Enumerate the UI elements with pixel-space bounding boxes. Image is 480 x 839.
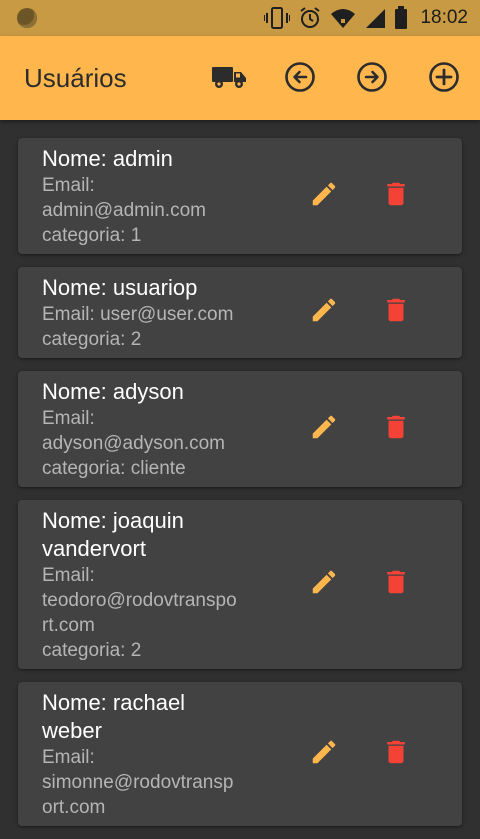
user-card: Nome: admin Email: admin@admin.com categori… <box>18 138 462 254</box>
user-detail: teodoro@rodovtranspo <box>42 590 237 611</box>
user-card: Nome: rachael weber Email: simonne@rodovtra… <box>18 682 462 826</box>
trash-icon <box>381 178 411 215</box>
status-icons: 18:02 <box>264 0 468 36</box>
user-info: Nome: rachael weber Email: simonne@rodovtra… <box>18 682 262 826</box>
delete-user-button[interactable] <box>378 567 414 603</box>
user-name: Nome: rachael <box>42 690 186 715</box>
pencil-icon <box>309 295 339 330</box>
pencil-icon <box>309 412 339 447</box>
user-card: Nome: usuariop Email: user@user.com catego… <box>18 267 462 358</box>
user-detail: Email: <box>42 747 95 768</box>
trash-icon <box>381 566 411 603</box>
user-detail: simonne@rodovtransp <box>42 772 234 793</box>
add-user-button[interactable] <box>427 62 461 96</box>
app-bar: Usuários <box>0 36 480 120</box>
pencil-icon <box>309 179 339 214</box>
add-circle-icon <box>428 61 460 97</box>
user-name: weber <box>42 718 102 743</box>
edit-user-button[interactable] <box>306 567 342 603</box>
battery-icon <box>394 6 408 30</box>
user-info: Nome: adyson Email: adyson@adyson.com categ… <box>18 371 262 487</box>
notification-icon <box>17 8 37 28</box>
user-card: Nome: adyson Email: adyson@adyson.com categ… <box>18 371 462 487</box>
user-detail: admin@admin.com <box>42 200 206 221</box>
edit-user-button[interactable] <box>306 178 342 214</box>
delete-user-button[interactable] <box>378 411 414 447</box>
user-list: Nome: admin Email: admin@admin.com categori… <box>18 138 462 839</box>
delete-user-button[interactable] <box>378 736 414 772</box>
next-page-button[interactable] <box>355 62 389 96</box>
user-info: Nome: joaquin vandervort Email: teodoro@rod… <box>18 500 262 669</box>
user-name: Nome: admin <box>42 146 173 171</box>
delete-user-button[interactable] <box>378 295 414 331</box>
previous-page-button[interactable] <box>283 62 317 96</box>
edit-user-button[interactable] <box>306 295 342 331</box>
wifi-icon <box>330 7 356 29</box>
status-bar: 18:02 <box>0 0 480 36</box>
user-detail: Email: <box>42 565 95 586</box>
truck-icon <box>211 64 247 94</box>
user-card: Nome: joaquin vandervort Email: teodoro@rod… <box>18 500 462 669</box>
trash-icon <box>381 736 411 773</box>
arrow-forward-circle-icon <box>356 61 388 97</box>
vibrate-icon <box>264 7 291 29</box>
trash-icon <box>381 294 411 331</box>
user-detail: categoria: cliente <box>42 458 186 479</box>
user-info: Nome: usuariop Email: user@user.com catego… <box>18 267 262 358</box>
user-detail: categoria: 1 <box>42 225 142 246</box>
user-name: Nome: usuariop <box>42 275 198 300</box>
user-name: Nome: joaquin <box>42 508 184 533</box>
page-title: Usuários <box>24 63 127 93</box>
delete-user-button[interactable] <box>378 178 414 214</box>
clock: 18:02 <box>420 7 468 28</box>
user-detail: categoria: 2 <box>42 329 142 350</box>
signal-icon <box>364 7 386 29</box>
user-detail: ort.com <box>42 797 106 818</box>
user-detail: Email: user@user.com <box>42 304 234 325</box>
user-name: Nome: adyson <box>42 379 184 404</box>
edit-user-button[interactable] <box>306 411 342 447</box>
truck-button[interactable] <box>210 62 248 96</box>
pencil-icon <box>309 567 339 602</box>
user-detail: categoria: 2 <box>42 640 142 661</box>
alarm-icon <box>298 6 322 30</box>
user-detail: adyson@adyson.com <box>42 433 225 454</box>
user-detail: Email: <box>42 408 95 429</box>
user-detail: rt.com <box>42 615 95 636</box>
user-info: Nome: admin Email: admin@admin.com categori… <box>18 138 262 254</box>
user-name: vandervort <box>42 536 146 561</box>
pencil-icon <box>309 737 339 772</box>
trash-icon <box>381 411 411 448</box>
arrow-back-circle-icon <box>284 61 316 97</box>
user-detail: Email: <box>42 175 95 196</box>
edit-user-button[interactable] <box>306 736 342 772</box>
